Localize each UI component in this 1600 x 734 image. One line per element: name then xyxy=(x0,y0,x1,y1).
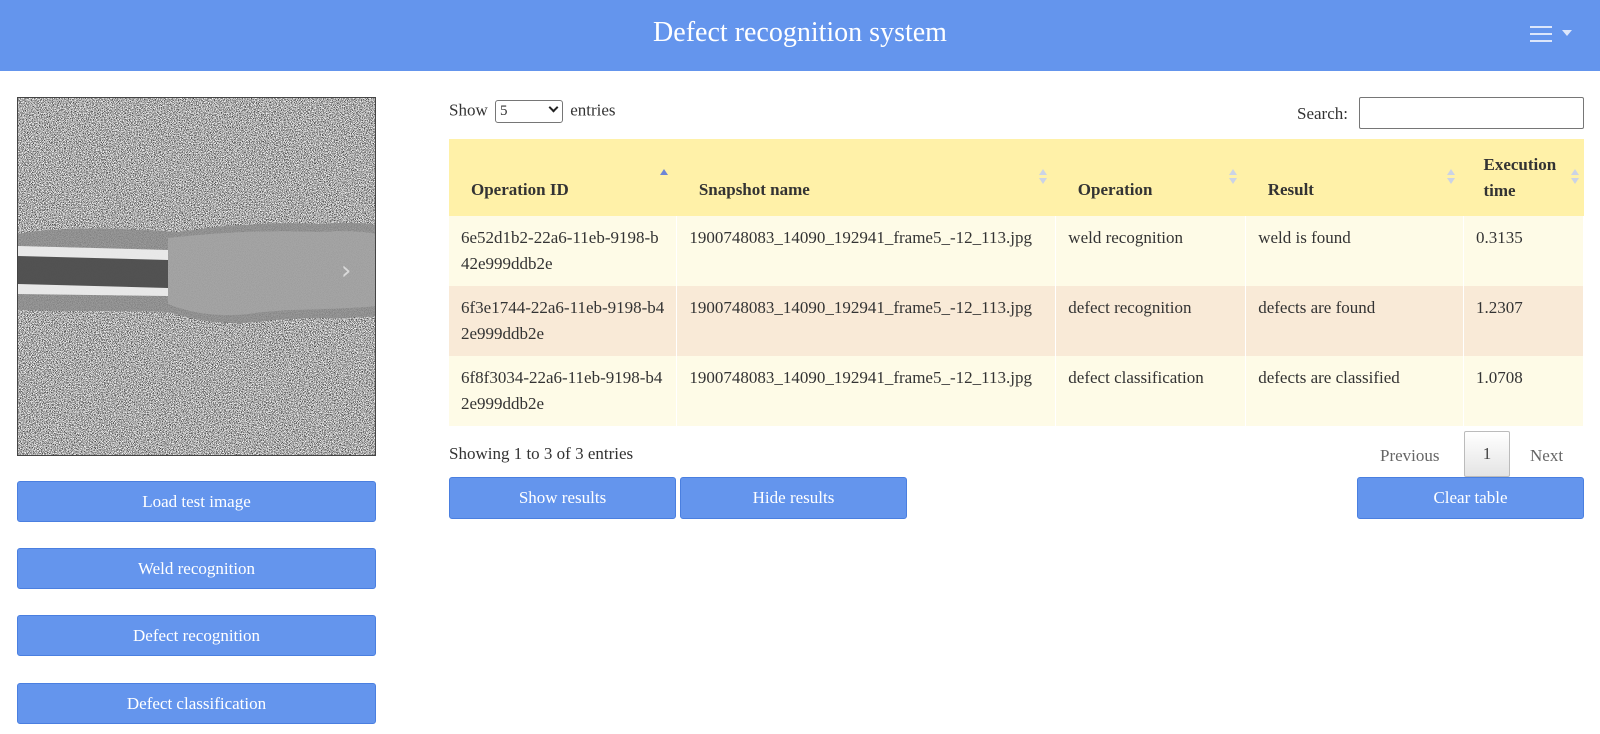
navbar: Defect recognition system xyxy=(0,0,1600,71)
sort-icon xyxy=(1446,169,1456,187)
cell-snapshot-name: 1900748083_14090_192941_frame5_-12_113.j… xyxy=(676,286,1057,356)
search-label: Search: xyxy=(1297,104,1348,123)
show-results-button[interactable]: Show results xyxy=(449,477,676,519)
load-test-image-button[interactable]: Load test image xyxy=(17,481,376,522)
sort-asc-icon xyxy=(659,169,669,187)
chevron-right-icon[interactable]: › xyxy=(341,256,351,286)
cell-operation: defect recognition xyxy=(1055,286,1247,356)
defect-classification-button[interactable]: Defect classification xyxy=(17,683,376,724)
col-header-result[interactable]: Result xyxy=(1245,139,1464,216)
chevron-down-icon xyxy=(548,102,559,113)
sort-icon xyxy=(1570,169,1580,187)
cell-operation: defect classification xyxy=(1055,356,1247,426)
cell-operation-id: 6e52d1b2-22a6-11eb-9198-b42e999ddb2e xyxy=(449,216,678,286)
entries-select-value: 5 xyxy=(499,103,508,119)
col-header-label: Result xyxy=(1267,180,1314,199)
table-row[interactable]: 6f8f3034-22a6-11eb-9198-b42e999ddb2e 190… xyxy=(449,356,1584,426)
cell-snapshot-name: 1900748083_14090_192941_frame5_-12_113.j… xyxy=(676,216,1057,286)
pagination-previous[interactable]: Previous xyxy=(1380,446,1440,466)
cell-result: defects are found xyxy=(1245,286,1464,356)
col-header-operation[interactable]: Operation xyxy=(1055,139,1246,216)
table-row[interactable]: 6e52d1b2-22a6-11eb-9198-b42e999ddb2e 190… xyxy=(449,216,1584,286)
cell-operation: weld recognition xyxy=(1055,216,1247,286)
entries-label: entries xyxy=(570,100,616,120)
hide-results-button[interactable]: Hide results xyxy=(680,477,907,519)
search-input[interactable] xyxy=(1359,97,1584,129)
cell-operation-id: 6f3e1744-22a6-11eb-9198-b42e999ddb2e xyxy=(449,286,678,356)
cell-operation-id: 6f8f3034-22a6-11eb-9198-b42e999ddb2e xyxy=(449,356,678,426)
col-header-label: Execution time xyxy=(1483,155,1557,200)
clear-table-button[interactable]: Clear table xyxy=(1357,477,1584,519)
entries-length-control: Show 5 entries xyxy=(449,100,616,123)
cell-execution-time: 1.2307 xyxy=(1463,286,1584,356)
table-row[interactable]: 6f3e1744-22a6-11eb-9198-b42e999ddb2e 190… xyxy=(449,286,1584,356)
results-table: Operation ID Snapshot name Operation Res… xyxy=(449,139,1584,426)
pagination-next[interactable]: Next xyxy=(1530,446,1563,466)
table-info: Showing 1 to 3 of 3 entries xyxy=(449,444,634,463)
show-label: Show xyxy=(449,100,488,120)
weld-image xyxy=(18,98,375,455)
col-header-snapshot-name[interactable]: Snapshot name xyxy=(676,139,1056,216)
cell-execution-time: 0.3135 xyxy=(1463,216,1584,286)
weld-recognition-button[interactable]: Weld recognition xyxy=(17,548,376,589)
col-header-execution-time[interactable]: Execution time xyxy=(1463,139,1584,216)
cell-snapshot-name: 1900748083_14090_192941_frame5_-12_113.j… xyxy=(676,356,1057,426)
cell-result: weld is found xyxy=(1245,216,1464,286)
caret-down-icon[interactable] xyxy=(1562,30,1572,36)
hamburger-icon[interactable] xyxy=(1530,26,1552,46)
sort-icon xyxy=(1038,169,1048,187)
cell-result: defects are classified xyxy=(1245,356,1464,426)
defect-recognition-button[interactable]: Defect recognition xyxy=(17,615,376,656)
col-header-label: Operation xyxy=(1077,180,1153,199)
pagination-page-1[interactable]: 1 xyxy=(1464,431,1510,477)
cell-execution-time: 1.0708 xyxy=(1463,356,1584,426)
entries-select[interactable]: 5 xyxy=(494,100,563,123)
col-header-label: Snapshot name xyxy=(698,180,810,199)
col-header-label: Operation ID xyxy=(471,180,569,199)
table-header-row: Operation ID Snapshot name Operation Res… xyxy=(449,139,1584,216)
col-header-operation-id[interactable]: Operation ID xyxy=(449,139,677,216)
sort-icon xyxy=(1228,169,1238,187)
page-title: Defect recognition system xyxy=(653,17,947,48)
test-image-viewer: › xyxy=(17,97,376,456)
